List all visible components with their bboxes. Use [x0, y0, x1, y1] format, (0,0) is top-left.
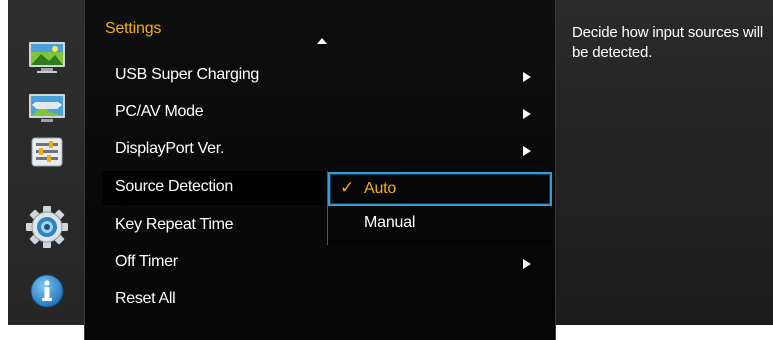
- menu-item-label: PC/AV Mode: [115, 103, 204, 120]
- checkmark-icon: ✓: [340, 178, 355, 197]
- menu-item-label: Reset All: [115, 290, 176, 307]
- system-icon[interactable]: [25, 132, 69, 172]
- menu-item-label: Off Timer: [115, 253, 178, 270]
- help-panel: Decide how input sources will be detecte…: [556, 0, 773, 325]
- help-text: Decide how input sources will be detecte…: [572, 24, 763, 61]
- picture-icon[interactable]: [25, 38, 69, 78]
- information-icon[interactable]: [25, 271, 69, 311]
- submenu-arrow-icon: [523, 72, 531, 82]
- submenu-option-label: Auto: [364, 180, 397, 197]
- onscreen-display-icon[interactable]: [25, 88, 69, 128]
- submenu-arrow-icon: [523, 109, 531, 119]
- menu-item-reset-all[interactable]: Reset All: [103, 283, 549, 317]
- osd-window: Settings USB Super Charging PC/AV Mode D…: [8, 0, 773, 340]
- menu-title: Settings: [105, 20, 162, 37]
- menu-item-source-detection[interactable]: Source Detection: [103, 171, 325, 205]
- submenu-option-label: Manual: [364, 214, 416, 231]
- submenu-arrow-icon: [523, 259, 531, 269]
- menu-item-label: DisplayPort Ver.: [115, 140, 225, 157]
- settings-menu-panel: Settings USB Super Charging PC/AV Mode D…: [84, 0, 556, 340]
- menu-item-pc-av-mode[interactable]: PC/AV Mode: [103, 96, 549, 130]
- menu-item-label: USB Super Charging: [115, 66, 260, 83]
- menu-item-usb-super-charging[interactable]: USB Super Charging: [103, 59, 549, 93]
- submenu-option-manual[interactable]: Manual: [328, 207, 552, 241]
- scroll-up-icon[interactable]: [317, 38, 327, 44]
- submenu-arrow-icon: [523, 146, 531, 156]
- settings-gear-icon[interactable]: [25, 206, 69, 248]
- menu-item-displayport-ver[interactable]: DisplayPort Ver.: [103, 133, 549, 167]
- source-detection-submenu: ✓ Auto Manual: [327, 171, 552, 245]
- menu-item-off-timer[interactable]: Off Timer: [103, 246, 549, 280]
- menu-item-label: Source Detection: [115, 178, 233, 195]
- category-sidebar: [8, 0, 84, 325]
- menu-item-label: Key Repeat Time: [115, 216, 234, 233]
- submenu-option-auto[interactable]: ✓ Auto: [328, 172, 552, 206]
